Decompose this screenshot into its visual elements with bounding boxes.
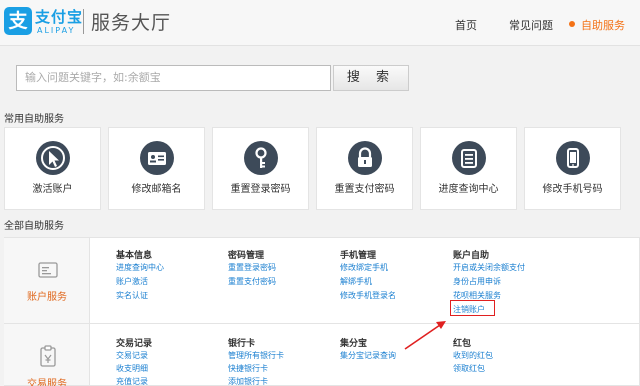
annotation-arrow-icon (404, 321, 446, 350)
